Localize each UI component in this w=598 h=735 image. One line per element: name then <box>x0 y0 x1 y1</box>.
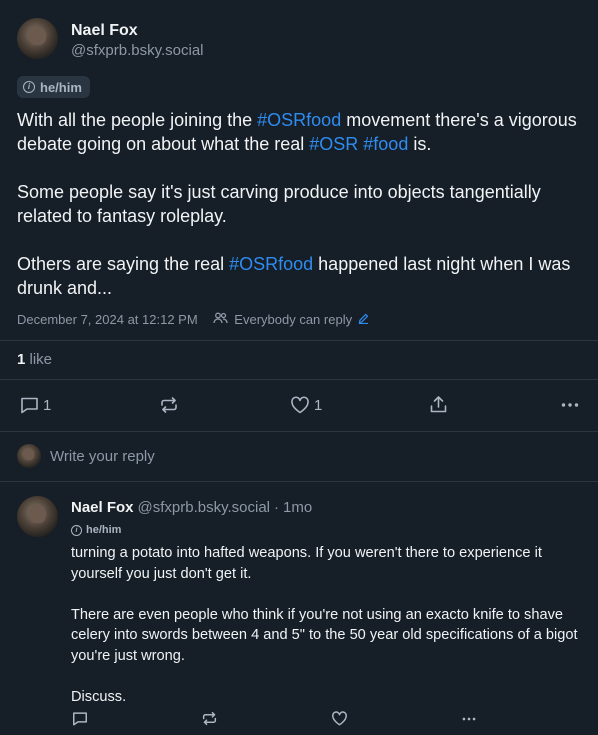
reply-icon <box>20 396 39 414</box>
post-body: With all the people joining the #OSRfood… <box>17 108 577 324</box>
ellipsis-icon <box>560 396 580 414</box>
reply-pronouns-label: he/him <box>86 524 122 536</box>
reply-pronouns-badge: i he/him <box>71 524 121 536</box>
hashtag-osr[interactable]: #OSR <box>309 134 358 154</box>
reply-repost-button[interactable] <box>201 711 218 726</box>
like-button[interactable]: 1 <box>290 396 322 414</box>
like-count-label: like <box>29 351 53 368</box>
post-timestamp[interactable]: December 7, 2024 at 12:12 PM <box>17 312 198 327</box>
reply-count: 1 <box>43 396 52 414</box>
like-action-count: 1 <box>314 396 323 414</box>
reply-input-placeholder[interactable]: Write your reply <box>50 448 155 465</box>
reply-repost-icon <box>201 711 218 726</box>
reply-paragraph-1: turning a potato into hafted weapons. If… <box>71 545 542 582</box>
reply-author-avatar[interactable] <box>17 496 58 537</box>
hashtag-osrfood-2[interactable]: #OSRfood <box>229 254 313 274</box>
like-count-number: 1 <box>17 351 26 368</box>
like-count-summary[interactable]: 1 like <box>17 351 52 368</box>
divider-composer <box>0 481 598 482</box>
dot-separator <box>204 312 208 327</box>
repost-button[interactable] <box>159 396 179 414</box>
author-name[interactable]: Nael Fox <box>71 22 138 40</box>
post-paragraph-3: Others are saying the real #OSRfood happ… <box>17 254 571 298</box>
reply-composer[interactable]: Write your reply <box>17 444 155 468</box>
pronouns-icon: i <box>23 81 35 93</box>
reply-setting-label[interactable]: Everybody can reply <box>234 312 352 327</box>
pronouns-badge: i he/him <box>17 76 90 98</box>
reply-body: turning a potato into hafted weapons. If… <box>71 543 586 728</box>
reply-time-separator: · <box>274 499 280 516</box>
post-paragraph-2: Some people say it's just carving produc… <box>17 182 541 226</box>
reply-more-button[interactable] <box>460 712 478 726</box>
reply-author-handle[interactable]: @sfxprb.bsky.social <box>138 499 271 516</box>
reply-age[interactable]: 1mo <box>283 499 312 516</box>
divider-top <box>0 340 598 341</box>
post-paragraph-1: With all the people joining the #OSRfood… <box>17 110 577 154</box>
edit-pencil-icon[interactable] <box>358 312 369 327</box>
share-button[interactable] <box>429 395 448 414</box>
reply-reply-icon <box>72 711 88 726</box>
reply-heart-icon <box>331 711 348 726</box>
author-handle[interactable]: @sfxprb.bsky.social <box>71 42 204 59</box>
reply-reply-button[interactable] <box>72 711 88 726</box>
share-icon <box>429 395 448 414</box>
reply-paragraph-2: There are even people who think if you'r… <box>71 606 578 664</box>
divider-actions <box>0 431 598 432</box>
people-icon <box>213 312 228 327</box>
reply-paragraph-3: Discuss. <box>71 688 127 705</box>
repost-icon <box>159 396 179 414</box>
author-avatar[interactable] <box>17 18 58 59</box>
more-options-button[interactable] <box>560 396 580 414</box>
reply-button[interactable]: 1 <box>20 396 51 414</box>
reply-like-button[interactable] <box>331 711 348 726</box>
post-meta: December 7, 2024 at 12:12 PM Everybody c… <box>17 312 369 327</box>
hashtag-food[interactable]: #food <box>363 134 408 154</box>
my-avatar <box>17 444 41 468</box>
pronouns-label: he/him <box>40 79 82 95</box>
reply-author-name[interactable]: Nael Fox <box>71 499 134 516</box>
divider-likes <box>0 379 598 380</box>
hashtag-osrfood[interactable]: #OSRfood <box>257 110 341 130</box>
reply-header: Nael Fox @sfxprb.bsky.social · 1mo <box>71 499 312 516</box>
reply-pronouns-icon: i <box>71 524 82 536</box>
heart-icon <box>290 396 310 414</box>
reply-ellipsis-icon <box>460 712 478 726</box>
